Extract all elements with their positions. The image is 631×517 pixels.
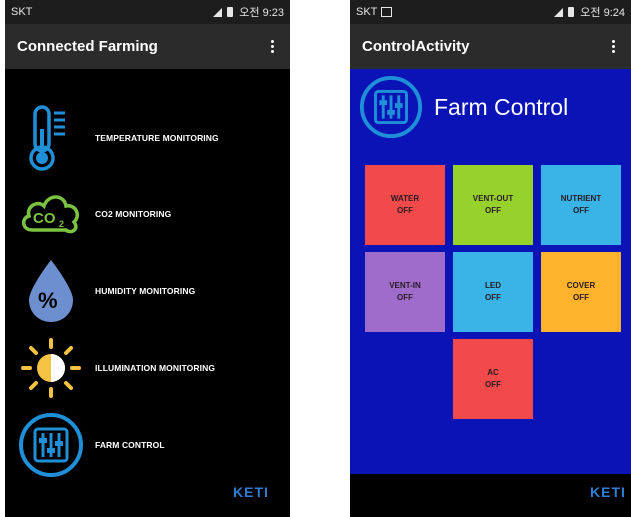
menu-item-label: TEMPERATURE MONITORING bbox=[95, 133, 219, 143]
water-toggle-button[interactable]: WATER OFF bbox=[365, 165, 445, 245]
menu-item-humidity[interactable]: % HUMIDITY MONITORING bbox=[15, 255, 285, 327]
tile-name: COVER bbox=[566, 281, 596, 290]
phone-right-screen: SKT 오전 9:24 ControlActivity Farm Control… bbox=[350, 0, 631, 517]
menu-item-co2[interactable]: CO 2 CO2 MONITORING bbox=[15, 178, 285, 250]
status-bar: SKT 오전 9:24 bbox=[350, 0, 631, 24]
status-bar: SKT 오전 9:23 bbox=[5, 0, 290, 24]
cover-toggle-button[interactable]: COVER OFF bbox=[541, 252, 621, 332]
page-title: Farm Control bbox=[434, 93, 569, 120]
notification-icon bbox=[381, 7, 393, 17]
co2-cloud-icon: CO 2 bbox=[15, 178, 87, 250]
svg-text:2: 2 bbox=[59, 219, 64, 229]
menu-item-farm-control[interactable]: FARM CONTROL bbox=[15, 409, 285, 481]
svg-text:%: % bbox=[38, 288, 58, 313]
keti-logo: KETI bbox=[590, 484, 626, 500]
svg-text:CO: CO bbox=[33, 210, 56, 227]
tile-state: OFF bbox=[485, 380, 501, 389]
vent-in-toggle-button[interactable]: VENT-IN OFF bbox=[365, 252, 445, 332]
tile-name: VENT-IN bbox=[389, 281, 421, 290]
battery-icon bbox=[227, 7, 234, 17]
tile-state: OFF bbox=[397, 206, 413, 215]
tile-name: VENT-OUT bbox=[472, 194, 514, 203]
overflow-menu-icon[interactable] bbox=[605, 40, 621, 53]
clock: 오전 9:24 bbox=[580, 7, 625, 19]
clock: 오전 9:23 bbox=[239, 7, 284, 19]
app-title: ControlActivity bbox=[362, 38, 470, 55]
carrier-label: SKT bbox=[356, 6, 378, 18]
ac-toggle-button[interactable]: AC OFF bbox=[453, 339, 533, 419]
tile-name: NUTRIENT bbox=[560, 194, 602, 203]
humidity-drop-icon: % bbox=[15, 255, 87, 327]
vent-out-toggle-button[interactable]: VENT-OUT OFF bbox=[453, 165, 533, 245]
bottom-area bbox=[350, 474, 631, 517]
tile-state: OFF bbox=[485, 293, 501, 302]
app-bar: Connected Farming bbox=[5, 24, 290, 69]
led-toggle-button[interactable]: LED OFF bbox=[453, 252, 533, 332]
menu-item-temperature[interactable]: TEMPERATURE MONITORING bbox=[15, 102, 285, 174]
sun-icon bbox=[15, 332, 87, 404]
menu-item-label: HUMIDITY MONITORING bbox=[95, 286, 196, 296]
carrier-label: SKT bbox=[11, 6, 33, 18]
farm-control-header: Farm Control bbox=[358, 74, 568, 140]
sliders-icon bbox=[15, 409, 87, 481]
menu-item-label: ILLUMINATION MONITORING bbox=[95, 363, 216, 373]
app-title: Connected Farming bbox=[17, 38, 158, 55]
tile-state: OFF bbox=[573, 206, 589, 215]
tile-name: AC bbox=[487, 368, 499, 377]
tile-name: LED bbox=[485, 281, 501, 290]
sliders-icon bbox=[359, 75, 423, 139]
signal-icon bbox=[213, 7, 223, 17]
battery-icon bbox=[568, 7, 575, 17]
keti-logo: KETI bbox=[233, 484, 269, 500]
thermometer-icon bbox=[15, 102, 87, 174]
menu-item-label: CO2 MONITORING bbox=[95, 209, 172, 219]
tile-name: WATER bbox=[390, 194, 420, 203]
nutrient-toggle-button[interactable]: NUTRIENT OFF bbox=[541, 165, 621, 245]
signal-icon bbox=[554, 7, 564, 17]
menu-item-illumination[interactable]: ILLUMINATION MONITORING bbox=[15, 332, 285, 404]
tile-state: OFF bbox=[485, 206, 501, 215]
overflow-menu-icon[interactable] bbox=[264, 40, 280, 53]
tile-state: OFF bbox=[573, 293, 589, 302]
app-bar: ControlActivity bbox=[350, 24, 631, 69]
tile-state: OFF bbox=[397, 293, 413, 302]
phone-left-screen: SKT 오전 9:23 Connected Farming TEMPERATUR… bbox=[5, 0, 290, 517]
menu-item-label: FARM CONTROL bbox=[95, 440, 165, 450]
